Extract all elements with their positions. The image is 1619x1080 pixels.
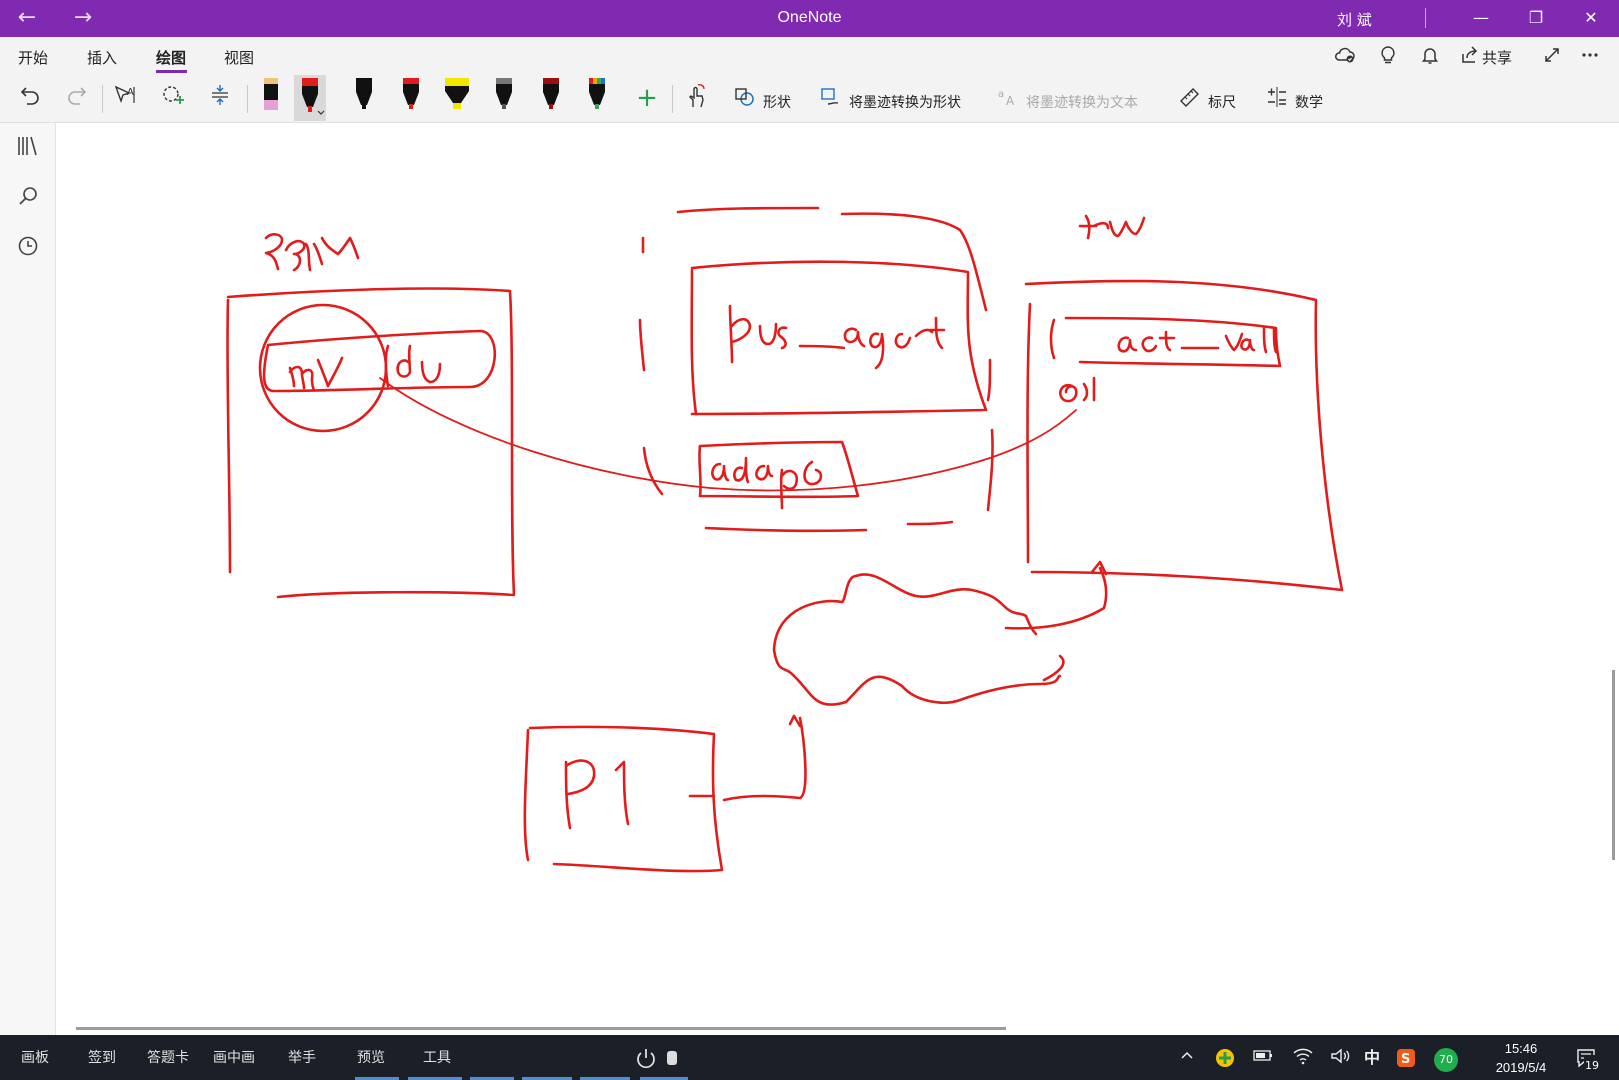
taskbar-app-draw-board[interactable]: 画板 [21,1047,49,1067]
type-select-icon[interactable]: A [110,83,140,113]
math-icon [1265,87,1289,113]
touch-draw-icon[interactable] [681,83,711,113]
status-badge-icon[interactable]: 70 [1432,1047,1460,1072]
system-clock[interactable]: 15:46 2019/5/4 [1476,1039,1566,1077]
red-marker-tool-icon[interactable] [395,75,427,121]
svg-text:A: A [127,87,134,98]
left-nav-rail [0,123,56,1035]
taskbar-app-picture-in-picture[interactable]: 画中画 [213,1047,255,1067]
titlebar-divider [1425,8,1426,28]
sogou-input-icon[interactable]: S [1394,1047,1418,1069]
close-button[interactable]: ✕ [1571,6,1611,30]
redo-icon[interactable] [62,83,92,113]
svg-text:S: S [1401,1052,1410,1067]
notebooks-icon[interactable] [14,135,42,163]
toolbar-divider [672,85,673,113]
battery-icon[interactable] [1251,1047,1275,1069]
page-canvas[interactable] [56,123,1619,1035]
ink-to-shape-icon [819,87,843,113]
notification-center-icon[interactable]: 19 [1570,1047,1604,1077]
black-pen-tool-icon[interactable] [348,75,380,121]
taskbar-app-raise-hand[interactable]: 举手 [288,1047,316,1067]
taskbar-app-answer-card[interactable]: 答题卡 [147,1047,189,1067]
taskbar: 画板 签到 答题卡 画中画 举手 预览 工具 中 S 70 15:46 2019… [0,1035,1619,1080]
chevron-up-icon[interactable] [1175,1047,1199,1069]
title-bar: ← → OneNote 刘 斌 — ❐ ✕ [0,0,1619,37]
ink-to-text-label: 将墨迹转换为文本 [1026,95,1138,111]
user-name[interactable]: 刘 斌 [1337,9,1372,30]
ribbon-tabs: 开始 插入 绘图 视图 共享 [0,37,1619,73]
red-pen-tool-icon[interactable] [294,75,326,121]
lightbulb-icon[interactable] [1376,45,1400,67]
security-shield-icon[interactable] [1213,1047,1237,1069]
undo-icon[interactable] [15,83,45,113]
notification-count: 19 [1584,1055,1600,1077]
power-icon[interactable] [634,1047,658,1069]
add-pen-icon[interactable]: + [632,83,662,113]
dark-red-pen-tool-icon[interactable] [535,75,567,121]
shapes-button[interactable]: 形状 [733,87,791,111]
math-label: 数学 [1295,95,1323,111]
svg-text:A: A [1006,94,1015,107]
math-button[interactable]: 数学 [1265,87,1323,111]
recent-clock-icon[interactable] [14,235,42,263]
toolbar-divider [247,85,248,113]
tab-insert[interactable]: 插入 [87,47,117,68]
ruler-icon [1178,87,1202,113]
volume-icon[interactable] [1328,1047,1352,1069]
ink-drawing [226,206,1344,873]
vertical-scrollbar[interactable] [1612,670,1615,860]
tab-draw[interactable]: 绘图 [156,47,186,68]
toolbar-divider [102,85,103,113]
sync-status-icon[interactable] [1333,45,1357,67]
ink-to-shape-button[interactable]: 将墨迹转换为形状 [819,87,961,111]
taskbar-app-preview[interactable]: 预览 [357,1047,385,1067]
fullscreen-icon[interactable] [1540,45,1564,67]
yellow-highlighter-tool-icon[interactable] [441,75,473,121]
taskbar-app-tools[interactable]: 工具 [423,1047,451,1067]
tab-home[interactable]: 开始 [18,47,48,68]
svg-text:a: a [998,89,1004,100]
draw-toolbar: A + 形状 将墨迹转换为形状 a A 将墨迹转换为文本 标尺 数学 [0,73,1619,123]
lasso-select-icon[interactable] [158,83,188,113]
share-icon[interactable] [1458,45,1482,67]
app-title: OneNote [777,9,842,26]
taskbar-app-sign-in[interactable]: 签到 [88,1047,116,1067]
shapes-icon [733,87,757,113]
pencil-tool-icon[interactable] [255,75,287,121]
horizontal-scrollbar[interactable] [76,1027,1006,1030]
ime-indicator[interactable]: 中 [1360,1047,1384,1069]
ink-to-text-icon: aA [996,87,1020,113]
clock-date: 2019/5/4 [1495,1060,1547,1075]
clock-time: 15:46 [1504,1041,1538,1056]
app-icon[interactable] [660,1047,684,1069]
minimize-button[interactable]: — [1461,6,1501,30]
restore-button[interactable]: ❐ [1516,6,1556,30]
tab-view[interactable]: 视图 [224,47,254,68]
shapes-label: 形状 [763,95,791,111]
ink-to-shape-label: 将墨迹转换为形状 [849,95,961,111]
wifi-icon[interactable] [1291,1047,1315,1069]
share-label[interactable]: 共享 [1482,47,1512,68]
search-icon[interactable] [14,185,42,213]
ink-to-text-button[interactable]: aA 将墨迹转换为文本 [996,87,1138,111]
rainbow-pen-tool-icon[interactable] [581,75,613,121]
insert-space-icon[interactable] [205,83,235,113]
more-options-icon[interactable] [1578,45,1602,67]
bell-icon[interactable] [1418,45,1442,67]
status-badge-number: 70 [1439,1053,1453,1066]
ruler-button[interactable]: 标尺 [1178,87,1236,111]
ruler-label: 标尺 [1208,95,1236,111]
galaxy-pen-tool-icon[interactable] [488,75,520,121]
